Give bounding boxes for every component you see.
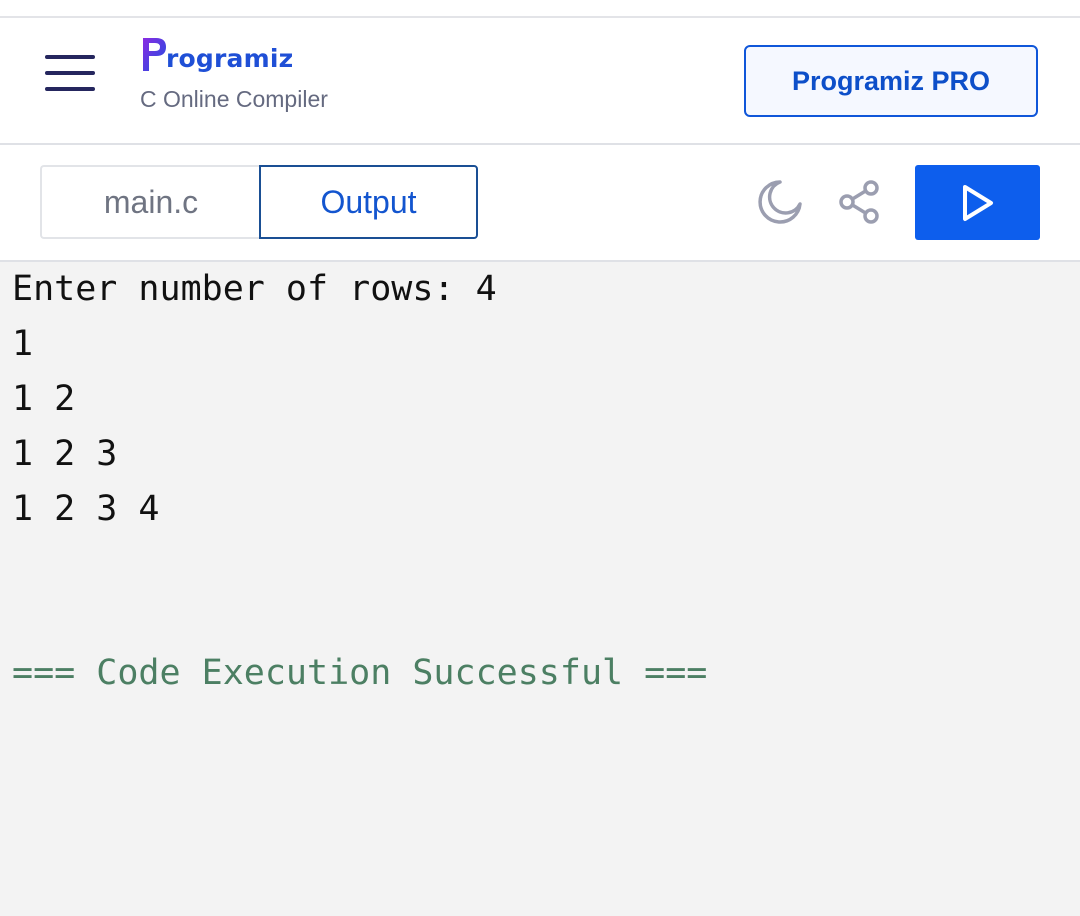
- tab-main-c[interactable]: main.c: [40, 165, 260, 239]
- menu-icon[interactable]: [40, 48, 100, 98]
- programiz-pro-button[interactable]: Programiz PRO: [744, 45, 1038, 117]
- output-line: Enter number of rows: 4: [12, 269, 497, 309]
- play-icon: [962, 184, 993, 221]
- app-header: rogramiz C Online Compiler Programiz PRO: [0, 18, 1080, 145]
- output-line: 1 2 3: [12, 434, 118, 474]
- programiz-logo[interactable]: rogramiz: [140, 36, 328, 76]
- output-console: Enter number of rows: 4 1 1 2 1 2 3 1 2 …: [0, 262, 1080, 916]
- moon-icon[interactable]: [756, 178, 804, 226]
- output-line: 1: [12, 324, 34, 364]
- run-button[interactable]: [915, 165, 1040, 240]
- execution-status: === Code Execution Successful ===: [12, 653, 708, 693]
- share-icon[interactable]: [836, 178, 884, 226]
- brand[interactable]: rogramiz C Online Compiler: [140, 36, 328, 113]
- tab-output[interactable]: Output: [259, 165, 478, 239]
- compiler-title: C Online Compiler: [140, 86, 328, 112]
- editor-toolbar: main.c Output: [0, 145, 1080, 262]
- output-line: 1 2 3 4: [12, 489, 160, 529]
- output-line: 1 2: [12, 379, 76, 419]
- logo-text: rogramiz: [166, 44, 294, 73]
- top-edge: [0, 0, 1080, 18]
